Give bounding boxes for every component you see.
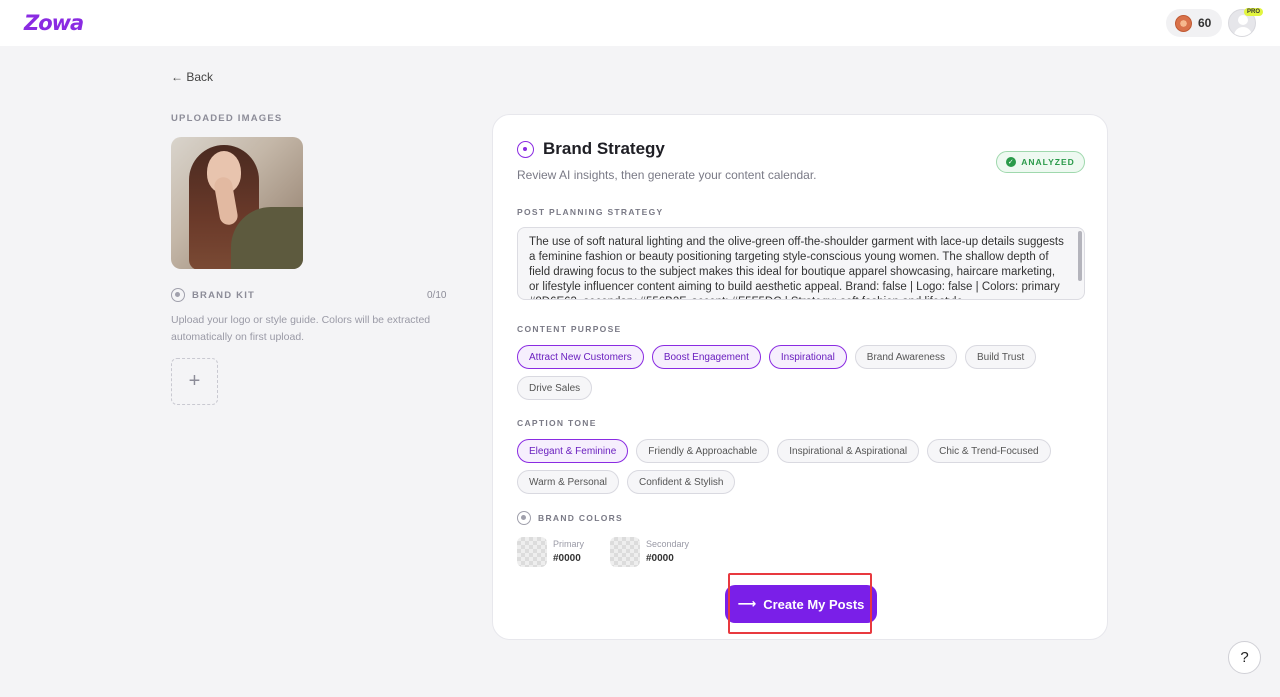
primary-color-label: Primary: [553, 539, 584, 549]
primary-color-swatch[interactable]: [517, 537, 547, 567]
card-subtitle: Review AI insights, then generate your c…: [517, 168, 817, 182]
plus-icon: +: [188, 370, 201, 392]
status-badge: ✓ ANALYZED: [996, 151, 1085, 173]
brand-kit-label: BRAND KIT: [192, 290, 256, 301]
arrow-right-icon: ⟶: [737, 596, 757, 611]
brand-colors-label: BRAND COLORS: [538, 513, 624, 523]
target-icon: [517, 141, 534, 158]
question-icon: ?: [1240, 649, 1249, 666]
chip-caption-tone[interactable]: Friendly & Approachable: [636, 439, 770, 463]
chip-caption-tone[interactable]: Confident & Stylish: [626, 470, 736, 494]
secondary-color-label: Secondary: [646, 539, 690, 549]
chip-content-purpose[interactable]: Build Trust: [965, 345, 1037, 369]
brand-kit-icon: [171, 288, 185, 302]
credits-counter[interactable]: 60: [1166, 9, 1222, 37]
secondary-color-value: #0000: [646, 553, 674, 564]
uploaded-images-label: UPLOADED IMAGES: [171, 113, 283, 124]
post-planning-label: POST PLANNING STRATEGY: [517, 207, 664, 217]
help-button[interactable]: ?: [1228, 641, 1261, 674]
create-button-label: Create My Posts: [763, 596, 865, 612]
content-purpose-label: CONTENT PURPOSE: [517, 324, 622, 334]
pro-badge: PRO: [1244, 8, 1264, 16]
chip-caption-tone[interactable]: Chic & Trend-Focused: [927, 439, 1051, 463]
coin-icon: [1175, 14, 1192, 32]
brand-strategy-card: Brand Strategy Review AI insights, then …: [492, 114, 1108, 640]
chip-caption-tone[interactable]: Inspirational & Aspirational: [777, 439, 920, 463]
brand-kit-count: 0/10: [427, 290, 447, 301]
chip-content-purpose[interactable]: Drive Sales: [517, 376, 593, 400]
chip-content-purpose[interactable]: Inspirational: [768, 345, 847, 369]
palette-icon: [517, 511, 531, 525]
top-bar: Zowa 60 PRO: [0, 0, 1280, 46]
chip-caption-tone[interactable]: Elegant & Feminine: [517, 439, 629, 463]
brand-kit-description: Upload your logo or style guide. Colors …: [171, 314, 431, 343]
chip-content-purpose[interactable]: Brand Awareness: [854, 345, 957, 369]
check-icon: ✓: [1006, 157, 1017, 167]
app-logo[interactable]: Zowa: [24, 11, 84, 35]
upload-brand-kit-button[interactable]: +: [171, 358, 218, 405]
back-link[interactable]: ← Back: [171, 70, 213, 84]
caption-tone-chips: Elegant & Feminine Friendly & Approachab…: [517, 439, 1057, 494]
chip-content-purpose[interactable]: Attract New Customers: [517, 345, 644, 369]
post-planning-textarea[interactable]: The use of soft natural lighting and the…: [517, 227, 1085, 300]
chip-content-purpose[interactable]: Boost Engagement: [651, 345, 761, 369]
secondary-color-swatch[interactable]: [610, 537, 640, 567]
uploaded-image-thumbnail[interactable]: [171, 137, 303, 269]
credits-value: 60: [1198, 16, 1212, 30]
chip-caption-tone[interactable]: Warm & Personal: [517, 470, 619, 494]
caption-tone-label: CAPTION TONE: [517, 418, 597, 428]
primary-color-value: #0000: [553, 553, 581, 564]
user-icon: [1238, 15, 1248, 25]
card-title: Brand Strategy: [543, 139, 665, 158]
create-my-posts-button[interactable]: ⟶ Create My Posts: [725, 585, 877, 623]
textarea-scrollbar[interactable]: [1078, 231, 1082, 281]
content-purpose-chips: Attract New Customers Boost Engagement I…: [517, 345, 1057, 400]
